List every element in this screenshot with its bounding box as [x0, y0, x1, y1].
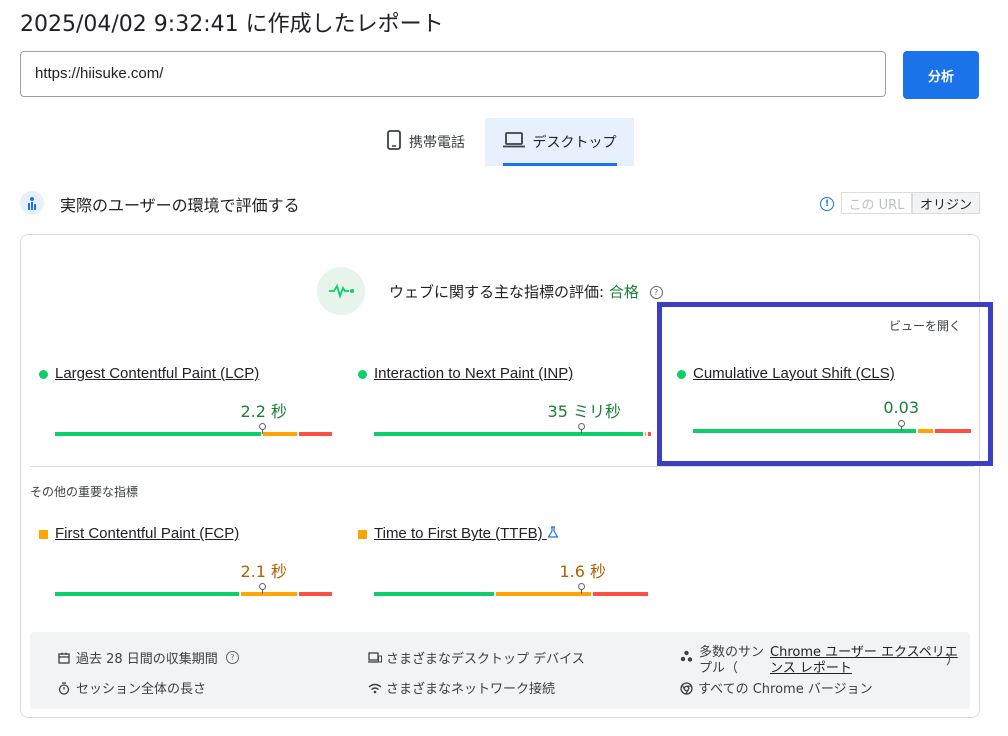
tab-desktop-label: デスクトップ [532, 135, 617, 151]
info-icon[interactable]: ! [820, 197, 834, 211]
samples-line-2: プル（ [699, 657, 738, 676]
distribution-good [374, 432, 644, 436]
pulse-icon [317, 267, 365, 315]
metric-ttfb-label-text: Time to First Byte (TTFB) [374, 525, 543, 542]
status-dot-good [39, 370, 48, 379]
users-icon [20, 191, 44, 215]
divider [30, 466, 974, 467]
distribution-good [55, 432, 261, 436]
samples-icon [680, 648, 693, 667]
cwv-assessment-label: ウェブに関する主な指標の評価: [389, 283, 605, 301]
devices-text: さまざまなデスクトップ デバイス [386, 652, 585, 667]
crux-report-link-cont[interactable]: ンス レポート [770, 657, 852, 676]
distribution-poor [298, 432, 332, 436]
cwv-assessment: ウェブに関する主な指標の評価: 合格 ? [389, 281, 663, 302]
status-dot-good [358, 370, 367, 379]
network-info: さまざまなネットワーク接続 [368, 678, 555, 697]
distribution-poor [592, 592, 649, 596]
field-data-title: 実際のユーザーの環境で評価する [60, 196, 300, 215]
wifi-icon [368, 682, 382, 694]
toggle-origin[interactable]: オリジン [912, 192, 980, 214]
url-input[interactable]: https://hiisuke.com/ [20, 51, 886, 97]
laptop-icon [502, 132, 525, 152]
highlight-box [657, 302, 993, 466]
other-metrics-heading: その他の重要な指標 [30, 485, 139, 499]
session-length-text: セッション全体の長さ [76, 682, 207, 697]
help-icon[interactable]: ? [649, 286, 663, 299]
report-title: 2025/04/02 9:32:41 に作成したレポート [20, 12, 444, 37]
distribution-needs-improvement [240, 592, 297, 596]
collection-period: 過去 28 日間の収集期間 ? [58, 648, 239, 667]
network-text: さまざまなネットワーク接続 [386, 682, 556, 697]
chrome-versions-text: すべての Chrome バージョン [698, 682, 873, 697]
tab-mobile-label: 携帯電話 [409, 135, 465, 151]
experimental-flask-icon [547, 526, 559, 541]
samples-suffix: ） [946, 653, 960, 668]
tab-desktop[interactable]: デスクトップ [485, 118, 634, 166]
distribution-good [374, 592, 494, 596]
metric-lcp-label[interactable]: Largest Contentful Paint (LCP) [55, 365, 259, 382]
metric-inp-label[interactable]: Interaction to Next Paint (INP) [374, 365, 573, 382]
distribution-needs-improvement [495, 592, 591, 596]
toggle-this-url[interactable]: この URL [841, 192, 912, 214]
help-icon[interactable]: ? [225, 651, 239, 664]
samples-prefix-2: プル（ [699, 661, 739, 676]
smartphone-icon [387, 130, 401, 154]
distribution-needs-improvement [645, 432, 647, 436]
cwv-assessment-result: 合格 [608, 283, 639, 301]
devices-info: さまざまなデスクトップ デバイス [368, 648, 585, 667]
collection-period-text: 過去 28 日間の収集期間 [76, 652, 218, 667]
active-tab-indicator [503, 163, 617, 166]
tab-mobile[interactable]: 携帯電話 [370, 118, 482, 166]
distribution-poor [648, 432, 651, 436]
metric-ttfb-value: 1.6 秒 [559, 562, 606, 581]
devices-icon [368, 651, 382, 664]
analyze-button[interactable]: 分析 [903, 51, 979, 99]
distribution-good [55, 592, 239, 596]
metric-lcp-value: 2.2 秒 [240, 402, 287, 421]
status-square-needs-improvement [358, 530, 367, 539]
chrome-versions: すべての Chrome バージョン [680, 678, 873, 697]
timer-icon [58, 681, 70, 695]
chrome-icon [680, 681, 693, 695]
distribution-needs-improvement [262, 432, 297, 436]
distribution-poor [298, 592, 332, 596]
metric-fcp-label[interactable]: First Contentful Paint (FCP) [55, 525, 239, 542]
calendar-icon [58, 652, 70, 664]
session-length: セッション全体の長さ [58, 678, 206, 697]
metric-fcp-value: 2.1 秒 [240, 562, 287, 581]
metric-inp-value: 35 ミリ秒 [547, 402, 621, 421]
metric-ttfb-label[interactable]: Time to First Byte (TTFB) [374, 525, 559, 542]
status-square-needs-improvement [39, 530, 48, 539]
